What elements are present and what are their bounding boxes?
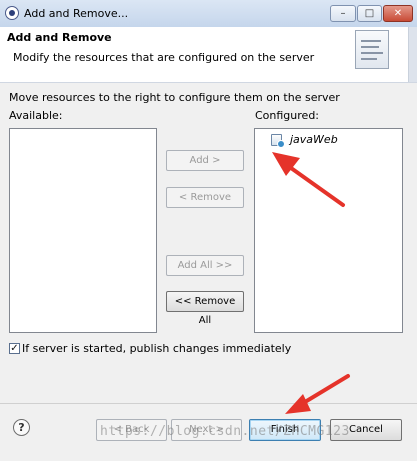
remove-all-button[interactable]: << Remove All — [166, 291, 244, 326]
list-item-label: javaWeb — [290, 133, 338, 146]
publish-checkbox-row[interactable]: ✓ If server is started, publish changes … — [9, 342, 291, 356]
wizard-banner-icon — [355, 30, 389, 69]
wizard-header: Add and Remove Modify the resources that… — [0, 27, 417, 83]
wizard-content: Move resources to the right to configure… — [0, 83, 417, 403]
eclipse-app-icon — [5, 6, 19, 20]
minimize-button[interactable]: – — [330, 5, 356, 22]
page-description: Modify the resources that are configured… — [13, 51, 315, 64]
page-title: Add and Remove — [7, 31, 112, 44]
remove-button[interactable]: < Remove — [166, 187, 244, 208]
header-side-strip — [408, 27, 417, 82]
watermark: https://blog.csdn.net/ZHCMG123 — [100, 424, 350, 439]
available-label: Available: — [9, 109, 63, 122]
available-list[interactable] — [9, 128, 157, 333]
window-title: Add and Remove... — [24, 7, 129, 20]
publish-checkbox-label: If server is started, publish changes im… — [22, 342, 292, 355]
configured-list[interactable]: javaWeb — [254, 128, 403, 333]
window-titlebar[interactable]: Add and Remove... – □ ✕ — [0, 0, 417, 28]
list-item[interactable]: javaWeb — [271, 133, 391, 148]
configured-label: Configured: — [255, 109, 320, 122]
close-button[interactable]: ✕ — [383, 5, 413, 22]
help-icon[interactable]: ? — [13, 419, 30, 436]
add-all-button[interactable]: Add All >> — [166, 255, 244, 276]
web-project-icon — [271, 134, 285, 148]
instruction-text: Move resources to the right to configure… — [9, 91, 340, 104]
add-button[interactable]: Add > — [166, 150, 244, 171]
maximize-button[interactable]: □ — [357, 5, 382, 22]
publish-checkbox[interactable]: ✓ — [9, 343, 20, 354]
